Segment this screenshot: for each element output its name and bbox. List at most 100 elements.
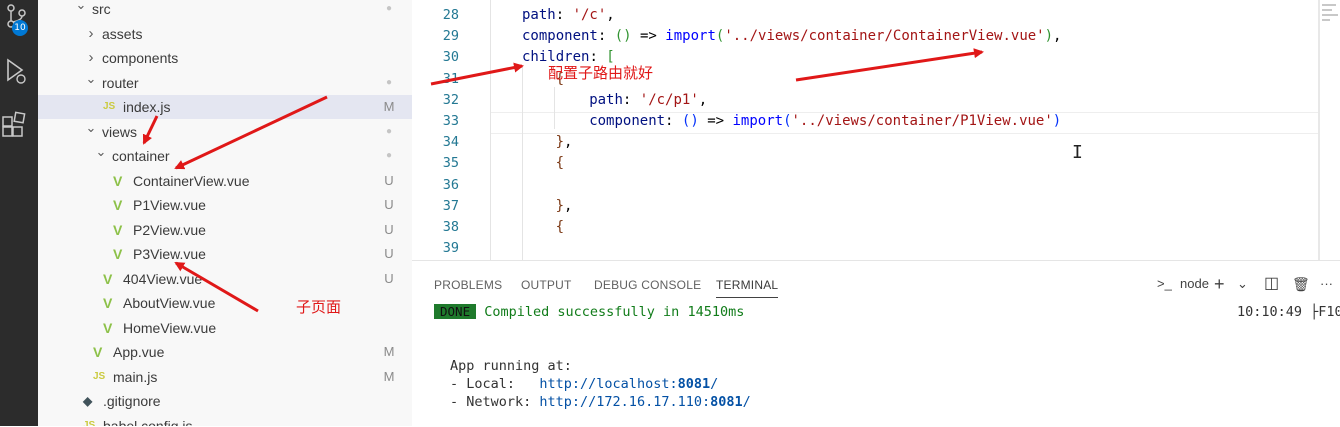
network-url-link[interactable]: http://172.16.17.110:8081/ bbox=[539, 394, 750, 410]
terminal-profile-icon[interactable]: >_ bbox=[1157, 271, 1172, 297]
tree-item-label: .gitignore bbox=[103, 393, 161, 409]
code-line[interactable]: 39 bbox=[412, 238, 1340, 259]
git-status-badge: ● bbox=[385, 3, 393, 14]
vue-file-icon: V bbox=[113, 221, 123, 238]
code-token: import bbox=[732, 113, 784, 129]
tree-item[interactable]: JS main.js M bbox=[38, 365, 412, 389]
code-line[interactable]: 32 path: '/c/p1', bbox=[412, 90, 1340, 111]
source-control-icon[interactable]: 10 bbox=[0, 0, 38, 38]
network-port: 8081 bbox=[710, 394, 743, 410]
line-number: 35 bbox=[442, 155, 459, 172]
tree-item-label: src bbox=[92, 1, 111, 17]
tree-item[interactable]: V HomeView.vue bbox=[38, 316, 412, 340]
code-token: () bbox=[614, 28, 632, 45]
line-number: 36 bbox=[442, 176, 459, 193]
tree-item-label: HomeView.vue bbox=[123, 319, 217, 336]
new-terminal-button[interactable]: + bbox=[1214, 271, 1225, 297]
activity-bar: 10 bbox=[0, 0, 38, 426]
local-url-link[interactable]: http://localhost:8081/ bbox=[539, 376, 718, 392]
tree-item[interactable]: V AboutView.vue bbox=[38, 291, 412, 315]
code-line[interactable]: 36 bbox=[412, 175, 1340, 196]
tab-terminal[interactable]: TERMINAL bbox=[716, 273, 779, 298]
code-token: ) bbox=[1044, 28, 1054, 45]
code-token: , bbox=[564, 134, 573, 151]
code-token: : bbox=[665, 113, 682, 129]
js-file-icon: JS bbox=[93, 370, 106, 382]
tab-problems[interactable]: PROBLEMS bbox=[434, 273, 502, 297]
local-url-suffix: / bbox=[710, 376, 719, 392]
git-status-badge: U bbox=[384, 172, 394, 188]
code-line[interactable]: 34}, bbox=[412, 132, 1340, 153]
tree-item-label: views bbox=[102, 123, 138, 140]
tree-item-label: components bbox=[102, 50, 179, 66]
code-token: : bbox=[555, 7, 573, 23]
annotation-subpage-note: 子页面 bbox=[296, 298, 342, 316]
terminal-dropdown-icon[interactable]: ⌄ bbox=[1237, 271, 1248, 297]
chevron-down-icon[interactable]: ⌄ bbox=[85, 67, 97, 91]
code-token: } bbox=[555, 134, 565, 151]
code-line[interactable]: 37}, bbox=[412, 196, 1340, 217]
source-control-badge: 10 bbox=[12, 20, 28, 36]
tree-item[interactable]: V 404View.vue U bbox=[38, 267, 412, 291]
line-number: 32 bbox=[442, 91, 459, 108]
code-token: : bbox=[597, 28, 615, 45]
tree-item-label: container bbox=[112, 148, 170, 164]
js-file-icon: JS bbox=[83, 419, 96, 427]
tree-item[interactable]: ⌄ router ● bbox=[38, 71, 412, 95]
code-content: component: () => import('../views/contai… bbox=[589, 111, 1061, 132]
vue-file-icon: V bbox=[113, 197, 123, 213]
tree-item[interactable]: V P1View.vue U bbox=[38, 193, 412, 217]
tree-item[interactable]: ◆ .gitignore bbox=[38, 389, 412, 413]
tree-item-label: App.vue bbox=[113, 344, 165, 360]
tree-item[interactable]: ⌄ container ● bbox=[38, 144, 412, 168]
trash-icon[interactable]: 🗑 bbox=[1292, 271, 1310, 297]
git-status-badge: U bbox=[384, 221, 394, 237]
code-line[interactable]: 28 path: '/c', bbox=[412, 5, 1340, 26]
run-debug-icon[interactable] bbox=[0, 52, 38, 90]
network-url-prefix: http://172.16.17.110: bbox=[539, 394, 711, 410]
code-token: () bbox=[681, 113, 699, 129]
code-token: path bbox=[522, 7, 556, 23]
code-line[interactable]: 33 component: () => import('../views/cont… bbox=[412, 111, 1340, 132]
network-url-suffix: / bbox=[742, 394, 751, 410]
code-editor[interactable]: 28 path: '/c', 29 component: () => import('… bbox=[412, 0, 1340, 260]
more-actions-icon[interactable]: ··· bbox=[1320, 271, 1333, 297]
vue-file-icon: V bbox=[113, 172, 123, 189]
extensions-icon[interactable] bbox=[0, 106, 38, 144]
code-token: import bbox=[665, 28, 716, 45]
chevron-down-icon[interactable]: ⌄ bbox=[85, 116, 97, 140]
tree-item[interactable]: V P2View.vue U bbox=[38, 218, 412, 242]
code-token: { bbox=[555, 155, 565, 172]
app-running-line: App running at: bbox=[450, 358, 572, 374]
tree-item[interactable]: V App.vue M bbox=[38, 340, 412, 364]
vue-file-icon: V bbox=[103, 295, 113, 311]
tree-item[interactable]: › assets bbox=[38, 22, 412, 46]
split-terminal-icon[interactable]: ◫ bbox=[1264, 271, 1279, 297]
code-content: path: '/c/p1', bbox=[589, 90, 707, 111]
tree-item[interactable]: JS babel.config.js bbox=[38, 414, 412, 427]
terminal-shell-name[interactable]: node bbox=[1180, 271, 1209, 297]
code-token: '../views/container/P1View.vue' bbox=[791, 113, 1053, 129]
chevron-right-icon[interactable]: › bbox=[85, 22, 97, 46]
code-content: { bbox=[556, 217, 564, 238]
local-label: - Local: bbox=[450, 376, 540, 392]
code-token: , bbox=[606, 7, 615, 23]
network-url-line: - Network: http://172.16.17.110:8081/ bbox=[450, 393, 751, 411]
timestamp-suffix: ├F10 bbox=[1310, 304, 1340, 320]
code-line[interactable]: 38 { bbox=[412, 217, 1340, 238]
tab-output[interactable]: OUTPUT bbox=[521, 273, 572, 297]
tree-item[interactable]: V ContainerView.vue U bbox=[38, 169, 412, 193]
line-number: 30 bbox=[442, 49, 459, 66]
code-line[interactable]: 29 component: () => import('../views/cont… bbox=[412, 26, 1340, 47]
tab-debug-console[interactable]: DEBUG CONSOLE bbox=[594, 273, 701, 297]
code-line[interactable]: 35 { bbox=[412, 153, 1340, 174]
chevron-down-icon[interactable]: ⌄ bbox=[75, 0, 87, 17]
tree-item-label: index.js bbox=[123, 99, 171, 115]
chevron-down-icon[interactable]: ⌄ bbox=[95, 140, 107, 164]
annotation-children-note: 配置子路由就好 bbox=[548, 64, 654, 82]
terminal-compiled-line: DONE Compiled successfully in 14510ms bbox=[434, 303, 744, 321]
tree-item[interactable]: ⌄ src ● bbox=[38, 0, 412, 21]
tree-item[interactable]: V P3View.vue U bbox=[38, 242, 412, 266]
code-token: ( bbox=[783, 113, 792, 129]
vue-file-icon: V bbox=[113, 246, 123, 262]
